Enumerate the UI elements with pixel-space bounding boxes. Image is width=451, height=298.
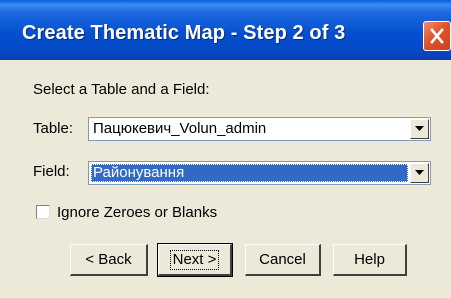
close-icon xyxy=(430,28,444,44)
table-select-value: Пацюкевич_Volun_admin xyxy=(93,120,267,137)
dialog-window: Create Thematic Map - Step 2 of 3 Select… xyxy=(0,0,451,298)
field-select[interactable]: Районування xyxy=(88,161,431,185)
help-button[interactable]: Help xyxy=(333,244,407,276)
field-label: Field: xyxy=(33,163,70,180)
window-title: Create Thematic Map - Step 2 of 3 xyxy=(22,22,346,44)
next-button-label: Next > xyxy=(169,249,220,270)
table-select[interactable]: Пацюкевич_Volun_admin xyxy=(88,117,431,141)
chevron-down-icon xyxy=(415,126,424,131)
field-select-value: Районування xyxy=(91,164,408,182)
title-bar[interactable]: Create Thematic Map - Step 2 of 3 xyxy=(0,0,451,60)
ignore-zeroes-label[interactable]: Ignore Zeroes or Blanks xyxy=(57,204,217,221)
instruction-text: Select a Table and a Field: xyxy=(33,81,210,98)
next-button[interactable]: Next > xyxy=(157,243,233,277)
cancel-button[interactable]: Cancel xyxy=(245,244,321,276)
back-button[interactable]: < Back xyxy=(70,244,148,276)
table-label: Table: xyxy=(33,120,74,137)
close-button[interactable] xyxy=(423,21,451,51)
table-dropdown-button[interactable] xyxy=(410,119,429,139)
chevron-down-icon xyxy=(415,170,424,175)
field-dropdown-button[interactable] xyxy=(410,163,429,183)
ignore-zeroes-checkbox[interactable] xyxy=(36,205,50,219)
